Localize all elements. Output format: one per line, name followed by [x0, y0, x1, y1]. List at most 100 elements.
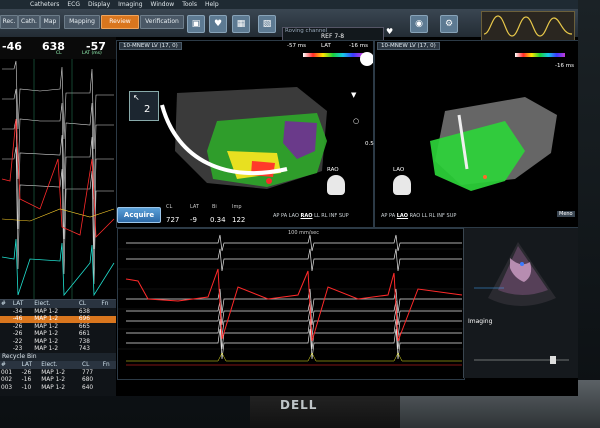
col-cl[interactable]: CL: [77, 300, 101, 308]
cell-number: [0, 331, 12, 339]
header-value-1: -46: [2, 40, 22, 53]
tab-rec[interactable]: Rec.: [0, 15, 18, 29]
view-pa[interactable]: PA: [281, 213, 287, 219]
map-panel-lao[interactable]: 10-MNEW LV (17, 0) -16 ms LAO AP PA LAO …: [374, 40, 578, 228]
cell-lat: -26: [21, 369, 32, 376]
points-table: # LAT Elect. CL Fn -34 MAP 1-2 638 -46 M…: [0, 300, 116, 353]
bin-col-lat[interactable]: LAT: [20, 361, 41, 369]
col-fn[interactable]: Fn: [100, 300, 116, 308]
view-sup[interactable]: SUP: [447, 213, 457, 219]
tool-button-1[interactable]: ▣: [187, 15, 205, 33]
cell-lat: -34: [12, 308, 23, 315]
cell-fn: [100, 338, 116, 346]
col-lat[interactable]: LAT: [11, 300, 34, 308]
roving-channel-value: REF 7-8: [321, 33, 345, 40]
menu-item-help[interactable]: Help: [205, 0, 219, 9]
cell-fn: [102, 369, 116, 377]
col-electrode[interactable]: Elect.: [33, 300, 78, 308]
heart-toggle-icon[interactable]: ♥: [386, 27, 393, 36]
view-inf[interactable]: INF: [437, 213, 445, 219]
bin-col-cl[interactable]: CL: [81, 361, 102, 369]
menu-item-display[interactable]: Display: [88, 0, 110, 9]
tool-button-5[interactable]: ◉: [410, 15, 428, 33]
acq-value-bi: 0.34: [210, 216, 226, 224]
table-row[interactable]: 001 -26 MAP 1-2 777: [0, 369, 116, 377]
bin-col-number[interactable]: #: [0, 361, 21, 369]
view-ll[interactable]: LL: [422, 213, 428, 219]
tab-verification[interactable]: Verification: [140, 15, 184, 29]
monitor-stand: [250, 396, 400, 428]
recycle-bin-table: # LAT Elect. CL Fn 001 -26 MAP 1-2 777 0…: [0, 361, 116, 392]
tool-button-4[interactable]: ▧: [258, 15, 276, 33]
cell-number: [0, 346, 12, 354]
screen: Catheters ECG Display Imaging Window Too…: [0, 0, 578, 396]
tab-cath[interactable]: Cath.: [18, 15, 40, 29]
cell-electrode: MAP 1-2: [34, 323, 59, 330]
tab-review[interactable]: Review: [101, 15, 139, 29]
view-rao[interactable]: RAO: [301, 213, 313, 219]
menu-item-window[interactable]: Window: [151, 0, 175, 9]
lao-orientation-figure: [393, 175, 411, 195]
table-row[interactable]: 002 -16 MAP 1-2 680: [0, 377, 116, 385]
view-rl[interactable]: RL: [429, 213, 435, 219]
table-row[interactable]: -26 MAP 1-2 661: [0, 331, 116, 339]
menu-bar: Catheters ECG Display Imaging Window Too…: [0, 0, 578, 9]
table-row[interactable]: -22 MAP 1-2 738: [0, 338, 116, 346]
view-lao[interactable]: LAO: [289, 213, 299, 219]
table-row[interactable]: -23 MAP 1-2 743: [0, 346, 116, 354]
cell-electrode: MAP 1-2: [34, 338, 59, 345]
view-rl[interactable]: RL: [321, 213, 327, 219]
cell-number: [0, 323, 12, 331]
cell-cl: 696: [77, 315, 101, 323]
cell-fn: [100, 308, 116, 316]
view-sup[interactable]: SUP: [339, 213, 349, 219]
view-rao[interactable]: RAO: [410, 213, 421, 219]
table-row-selected[interactable]: -46 MAP 1-2 696: [0, 315, 116, 323]
table-row[interactable]: 003 -10 MAP 1-2 640: [0, 384, 116, 392]
view-ap[interactable]: AP: [273, 213, 279, 219]
header-lat-label: LAT (ms): [82, 51, 102, 56]
menu-item-ecg[interactable]: ECG: [67, 0, 80, 9]
cell-lat: -10: [21, 384, 32, 391]
bin-col-electrode[interactable]: Elect.: [40, 361, 82, 369]
map-menu-button[interactable]: Meno: [557, 211, 575, 217]
bin-col-fn[interactable]: Fn: [101, 361, 116, 369]
signal-preview-thumbnail[interactable]: [481, 11, 575, 41]
tool-button-2[interactable]: ♥: [209, 15, 227, 33]
rao-view-tabs: AP PA LAO RAO LL RL INF SUP: [273, 213, 349, 219]
cell-cl: 638: [78, 308, 90, 315]
menu-item-imaging[interactable]: Imaging: [118, 0, 142, 9]
table-row[interactable]: -26 MAP 1-2 665: [0, 323, 116, 331]
table-row[interactable]: -34 MAP 1-2 638: [0, 308, 116, 316]
acquire-button[interactable]: Acquire: [117, 207, 161, 223]
cell-number: 001: [1, 369, 13, 376]
cell-lat: -16: [21, 377, 32, 384]
left-ecg-traces: [1, 59, 115, 299]
map-panel-rao[interactable]: 10-MNEW LV (17, 0) -57 ms LAT -16 ms ↖ 2…: [116, 40, 377, 228]
tab-map[interactable]: Map: [40, 15, 60, 29]
imaging-panel[interactable]: Imaging: [463, 228, 578, 378]
view-lao[interactable]: LAO: [397, 213, 408, 219]
tool-button-6[interactable]: ⚙: [440, 15, 458, 33]
imaging-label: Imaging: [468, 318, 493, 325]
view-ll[interactable]: LL: [314, 213, 320, 219]
view-rotate-icon[interactable]: ○: [353, 117, 359, 125]
tool-button-3[interactable]: ▦: [232, 15, 250, 33]
left-ecg-strip: [0, 59, 116, 299]
map-tool-icon: ▣: [191, 19, 201, 29]
cell-electrode: MAP 1-2: [34, 346, 59, 353]
col-number[interactable]: #: [0, 300, 12, 308]
view-inf[interactable]: INF: [329, 213, 337, 219]
view-pa[interactable]: PA: [389, 213, 395, 219]
menu-item-tools[interactable]: Tools: [182, 0, 197, 9]
view-control-icon[interactable]: ▼: [351, 91, 356, 99]
cell-lat: -22: [12, 338, 23, 345]
tab-mapping[interactable]: Mapping: [64, 15, 100, 29]
signals-panel[interactable]: 100 mm/sec: [117, 228, 465, 380]
echo-image: [464, 228, 578, 378]
cell-fn: [100, 323, 116, 331]
header-cl-label: CL: [56, 51, 62, 56]
acq-header-cl: CL: [166, 204, 173, 210]
view-ap[interactable]: AP: [381, 213, 387, 219]
menu-item-catheters[interactable]: Catheters: [30, 0, 59, 9]
